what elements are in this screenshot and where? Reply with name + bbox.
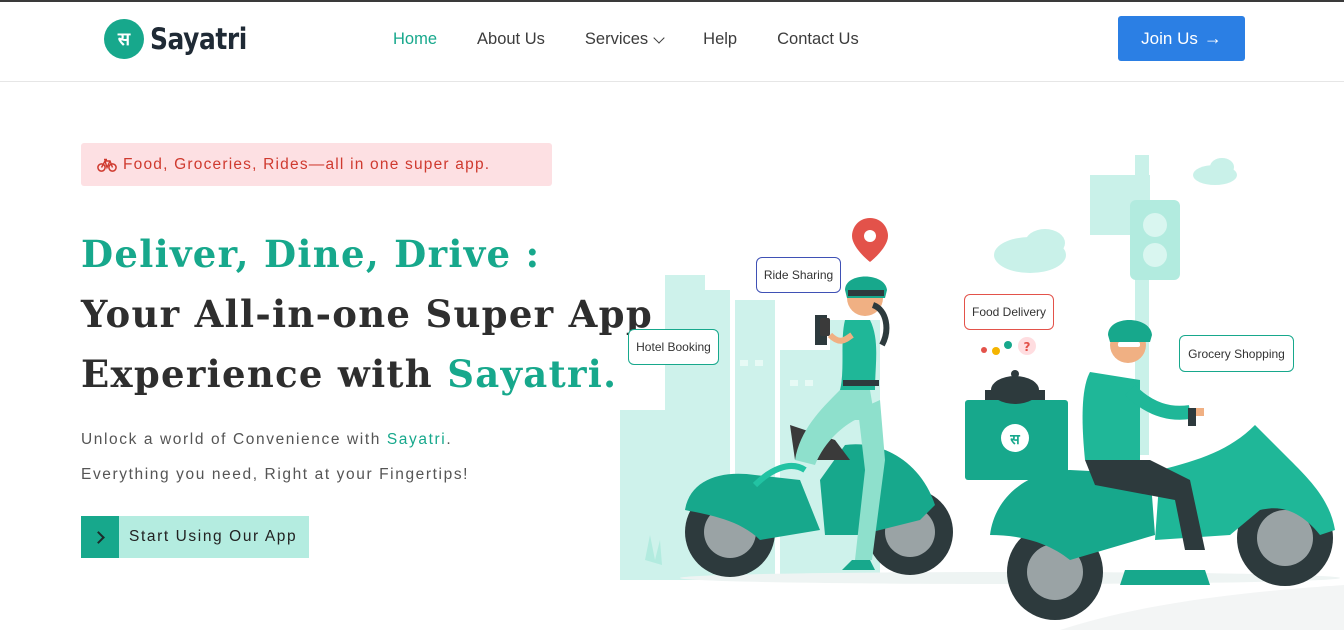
- arrow-right-icon: →: [1203, 28, 1222, 48]
- brand-name: Sayatri: [150, 22, 247, 56]
- chevron-right-icon: [81, 516, 119, 558]
- main-nav: Home About Us Services Help Contact Us: [393, 30, 899, 49]
- nav-item-about[interactable]: About Us: [477, 30, 545, 49]
- subtext-1-suffix: .: [446, 431, 453, 448]
- ride-sharing-label: Ride Sharing: [756, 257, 841, 293]
- brand-logo[interactable]: स Sayatri: [104, 18, 263, 60]
- hero-heading: Deliver, Dine, Drive : Your All-in-one S…: [81, 224, 653, 404]
- hero-subtext: Unlock a world of Convenience with Sayat…: [81, 422, 469, 492]
- nav-item-help[interactable]: Help: [703, 30, 737, 49]
- hotel-booking-label: Hotel Booking: [628, 329, 719, 365]
- heading-line-3-prefix: Experience with: [81, 352, 448, 396]
- tagline-text: Food, Groceries, Rides—all in one super …: [123, 155, 491, 173]
- nav-item-home[interactable]: Home: [393, 30, 437, 49]
- join-us-label: Join Us: [1141, 28, 1198, 48]
- box-logo-glyph: स: [1009, 432, 1020, 448]
- nav-item-services[interactable]: Services: [584, 30, 665, 49]
- nav-label-services: Services: [584, 30, 649, 48]
- site-header: स Sayatri Home About Us Services Help Co…: [0, 2, 1344, 82]
- heading-line-1: Deliver, Dine, Drive :: [81, 232, 541, 276]
- heading-line-3: Experience with Sayatri.: [81, 344, 653, 404]
- hero-illustration: स ? Ride Sharing Hotel Booking Food Deli…: [590, 140, 1344, 630]
- nav-label-contact: Contact Us: [777, 30, 859, 48]
- grocery-shopping-label: Grocery Shopping: [1179, 335, 1294, 372]
- nav-label-home: Home: [393, 30, 438, 48]
- food-delivery-label: Food Delivery: [964, 294, 1054, 330]
- nav-item-contact[interactable]: Contact Us: [777, 30, 859, 49]
- question-mark: ?: [1024, 340, 1031, 354]
- scooter-delivery-illustration: स ?: [620, 155, 1344, 630]
- subtext-brand: Sayatri: [386, 431, 447, 448]
- bicycle-icon: [97, 158, 117, 172]
- chevron-down-icon: [653, 31, 665, 44]
- start-using-app-button[interactable]: Start Using Our App: [81, 516, 310, 558]
- cta-label: Start Using Our App: [119, 516, 310, 558]
- subtext-line-2: Everything you need, Right at your Finge…: [81, 466, 470, 483]
- subtext-1-prefix: Unlock a world of Convenience with: [81, 431, 387, 448]
- tagline-badge: Food, Groceries, Rides—all in one super …: [81, 143, 552, 186]
- logo-mark-icon: स: [104, 19, 144, 59]
- join-us-button[interactable]: Join Us →: [1118, 16, 1245, 61]
- nav-label-help: Help: [703, 30, 738, 48]
- heading-line-2: Your All-in-one Super App: [81, 292, 653, 336]
- nav-label-about: About Us: [477, 30, 545, 48]
- subtext-line-1: Unlock a world of Convenience with Sayat…: [81, 422, 469, 457]
